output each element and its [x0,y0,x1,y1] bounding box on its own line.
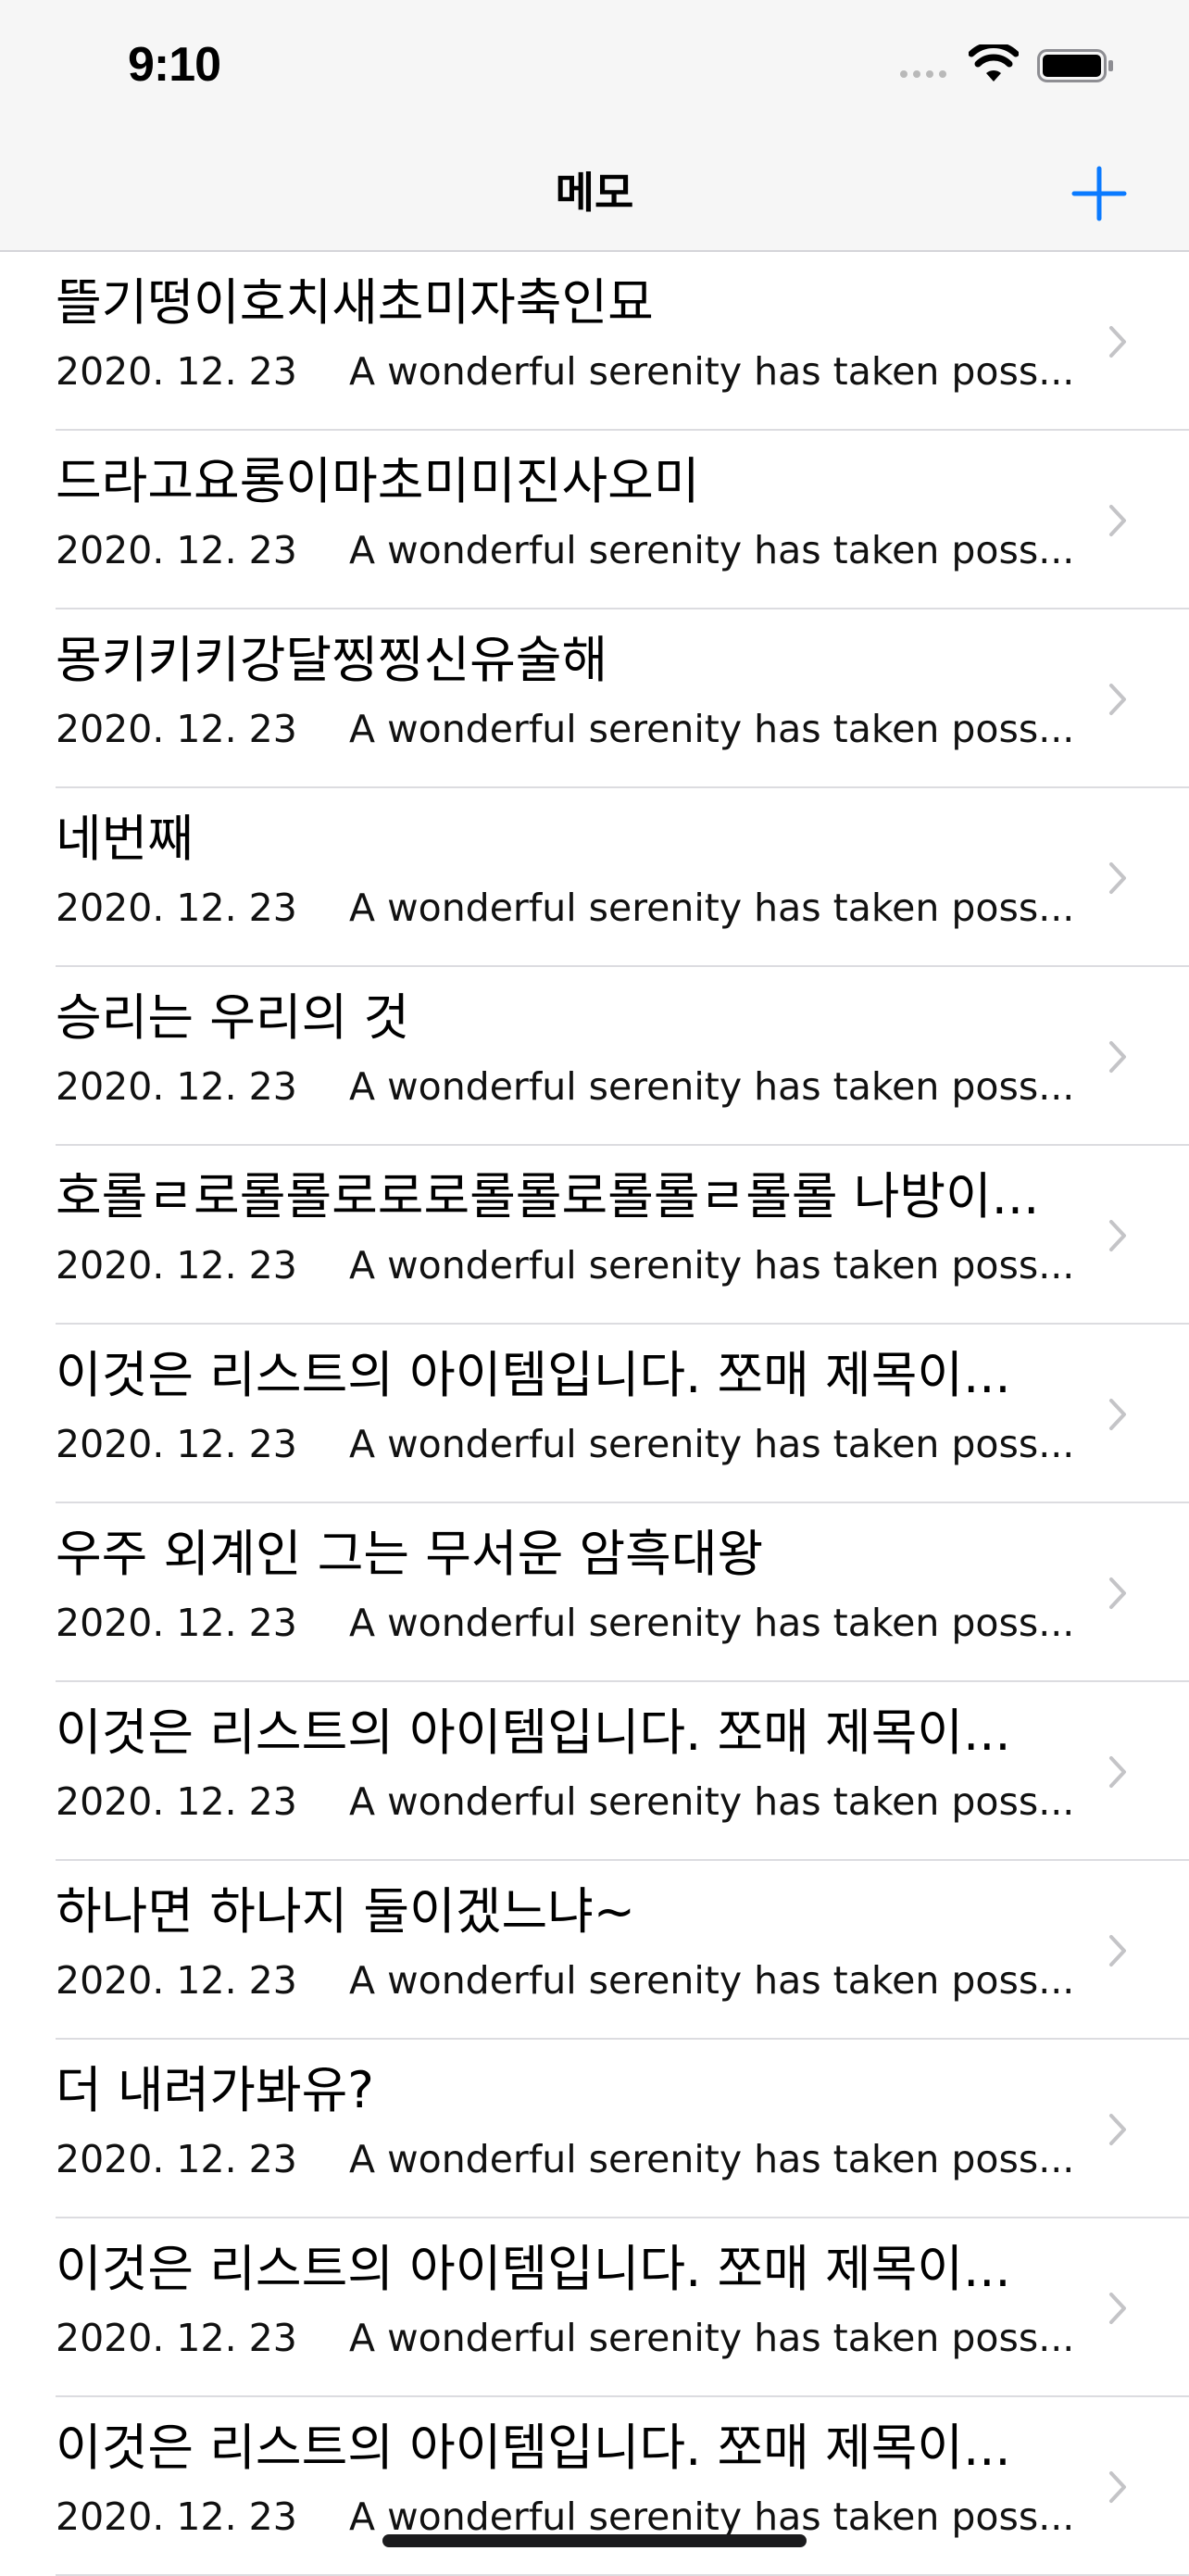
battery-icon [1037,49,1113,82]
memo-title: 승리는 우리의 것 [56,988,410,1047]
chevron-right-icon [1109,2114,1126,2145]
chevron-right-icon [1109,326,1126,358]
memo-preview: A wonderful serenity has taken poss... [349,2137,1075,2181]
memo-date: 2020. 12. 23 [56,2137,297,2181]
chevron-right-icon [1109,2293,1126,2324]
memo-preview: A wonderful serenity has taken poss... [349,1779,1075,1824]
memo-date: 2020. 12. 23 [56,1243,297,1288]
memo-date: 2020. 12. 23 [56,1601,297,1645]
memo-title: 더 내려가봐유? [56,2061,374,2119]
list-item[interactable]: 이것은 리스트의 아이템입니다. 쪼매 제목이... 2020. 12. 23 A … [0,2218,1189,2397]
chevron-right-icon [1109,1756,1126,1788]
wifi-icon [969,44,1019,82]
memo-preview: A wonderful serenity has taken poss... [349,886,1075,930]
memo-title: 호롤ㄹ로롤롤로로로롤롤로롤롤ㄹ롤롤 나방이... [56,1167,1040,1225]
navigation-bar: 메모 [0,139,1189,252]
list-item[interactable]: 이것은 리스트의 아이템입니다. 쪼매 제목이... 2020. 12. 23 A … [0,1325,1189,1503]
memo-date: 2020. 12. 23 [56,886,297,930]
chevron-right-icon [1109,1220,1126,1251]
memo-date: 2020. 12. 23 [56,1958,297,2003]
memo-title: 뜰기떵이호치새초미자축인묘 [56,273,654,332]
memo-preview: A wonderful serenity has taken poss... [349,1958,1075,2003]
memo-preview: A wonderful serenity has taken poss... [349,707,1075,751]
plus-icon[interactable] [1069,163,1130,224]
page-title: 메모 [555,168,634,218]
memo-preview: A wonderful serenity has taken poss... [349,1601,1075,1645]
list-item[interactable]: 하나면 하나지 둘이겠느냐~ 2020. 12. 23 A wonderful se… [0,1861,1189,2040]
chevron-right-icon [1109,684,1126,715]
memo-date: 2020. 12. 23 [56,1779,297,1824]
memo-preview: A wonderful serenity has taken poss... [349,1064,1075,1109]
memo-date: 2020. 12. 23 [56,707,297,751]
memo-title: 우주 외계인 그는 무서운 암흑대왕 [56,1525,764,1583]
memo-title: 드라고요롱이마초미미진사오미 [56,452,700,510]
chevron-right-icon [1109,2471,1126,2503]
memo-list: 뜰기떵이호치새초미자축인묘 2020. 12. 23 A wonderful ser… [0,252,1189,2576]
memo-preview: A wonderful serenity has taken poss... [349,349,1075,394]
list-item[interactable]: 우주 외계인 그는 무서운 암흑대왕 2020. 12. 23 A wonderfu… [0,1503,1189,1682]
memo-date: 2020. 12. 23 [56,1064,297,1109]
chevron-right-icon [1109,1577,1126,1609]
list-item[interactable]: 이것은 리스트의 아이템입니다. 쪼매 제목이... 2020. 12. 23 A … [0,2397,1189,2576]
chevron-right-icon [1109,862,1126,894]
list-item[interactable]: 이것은 리스트의 아이템입니다. 쪼매 제목이... 2020. 12. 23 A … [0,1682,1189,1861]
list-item[interactable]: 호롤ㄹ로롤롤로로로롤롤로롤롤ㄹ롤롤 나방이... 2020. 12. 23 A wo… [0,1146,1189,1325]
memo-title: 네번째 [56,810,194,868]
memo-preview: A wonderful serenity has taken poss... [349,2316,1075,2360]
memo-preview: A wonderful serenity has taken poss... [349,1243,1075,1288]
memo-title: 몽키키키강달찡찡신유술해 [56,631,608,689]
status-time: 9:10 [128,38,221,92]
memo-preview: A wonderful serenity has taken poss... [349,528,1075,572]
memo-date: 2020. 12. 23 [56,2494,297,2539]
chevron-right-icon [1109,1399,1126,1430]
memo-date: 2020. 12. 23 [56,2316,297,2360]
status-bar: 9:10 [0,0,1189,139]
chevron-right-icon [1109,505,1126,536]
cellular-signal-icon [900,61,956,78]
memo-title: 하나면 하나지 둘이겠느냐~ [56,1882,636,1941]
memo-title: 이것은 리스트의 아이템입니다. 쪼매 제목이... [56,1346,1011,1404]
home-indicator[interactable] [382,2534,807,2547]
memo-title: 이것은 리스트의 아이템입니다. 쪼매 제목이... [56,2240,1011,2298]
memo-title: 이것은 리스트의 아이템입니다. 쪼매 제목이... [56,1703,1011,1762]
list-item[interactable]: 네번째 2020. 12. 23 A wonderful serenity has … [0,788,1189,967]
memo-preview: A wonderful serenity has taken poss... [349,2494,1075,2539]
memo-date: 2020. 12. 23 [56,1422,297,1466]
list-item[interactable]: 몽키키키강달찡찡신유술해 2020. 12. 23 A wonderful sere… [0,609,1189,788]
chevron-right-icon [1109,1041,1126,1073]
list-item[interactable]: 드라고요롱이마초미미진사오미 2020. 12. 23 A wonderful se… [0,431,1189,609]
list-item[interactable]: 더 내려가봐유? 2020. 12. 23 A wonderful serenity… [0,2040,1189,2218]
memo-date: 2020. 12. 23 [56,349,297,394]
memo-title: 이것은 리스트의 아이템입니다. 쪼매 제목이... [56,2419,1011,2477]
memo-preview: A wonderful serenity has taken poss... [349,1422,1075,1466]
memo-date: 2020. 12. 23 [56,528,297,572]
list-item[interactable]: 뜰기떵이호치새초미자축인묘 2020. 12. 23 A wonderful ser… [0,252,1189,431]
chevron-right-icon [1109,1935,1126,1967]
list-item[interactable]: 승리는 우리의 것 2020. 12. 23 A wonderful serenit… [0,967,1189,1146]
